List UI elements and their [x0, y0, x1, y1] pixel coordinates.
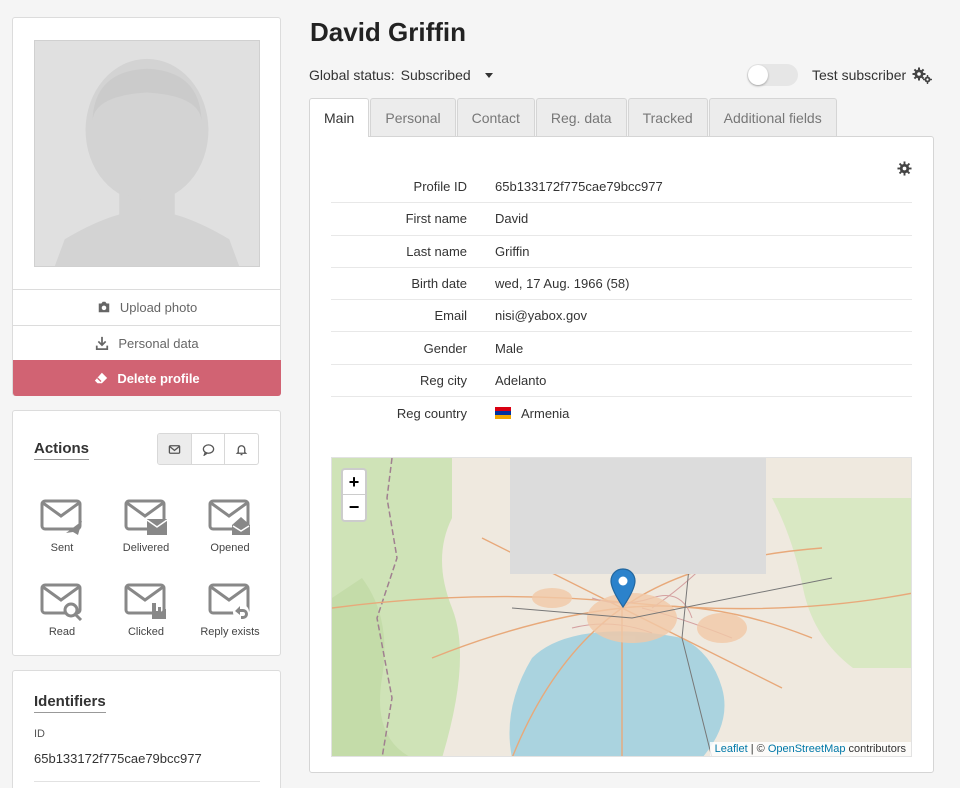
profile-tabs: Main Personal Contact Reg. data Tracked …: [309, 98, 838, 137]
field-row: Email nisi@yabox.gov: [331, 300, 912, 333]
action-reply-exists[interactable]: Reply exists: [190, 583, 270, 638]
armenia-flag-icon: [495, 407, 511, 420]
field-row: Birth date wed, 17 Aug. 1966 (58): [331, 268, 912, 301]
download-icon: [96, 336, 109, 350]
global-status-label: Global status:: [309, 67, 395, 83]
main-panel: Profile ID 65b133172f775cae79bcc977 Firs…: [309, 136, 934, 773]
envelope-read-icon: [40, 583, 83, 621]
delete-profile-label: Delete profile: [117, 370, 200, 386]
action-sent-label: Sent: [50, 542, 74, 554]
field-value: Griffin: [495, 243, 530, 259]
chat-bubble-icon: [202, 443, 214, 456]
map-marker-icon[interactable]: [610, 568, 636, 608]
field-row: First name David: [331, 203, 912, 236]
field-label: Last name: [406, 243, 467, 259]
leaflet-link[interactable]: Leaflet: [715, 743, 748, 755]
field-row: Reg city Adelanto: [331, 365, 912, 398]
openstreetmap-link[interactable]: OpenStreetMap: [768, 743, 846, 755]
envelope-clicked-icon: [124, 583, 166, 619]
envelope-opened-icon: [208, 499, 250, 535]
personal-data-label: Personal data: [118, 335, 199, 351]
field-value: Male: [495, 340, 524, 356]
identifier-id-label: ID: [34, 728, 45, 740]
field-row: Gender Male: [331, 332, 912, 365]
field-value-country: Armenia: [495, 406, 569, 421]
action-reply-exists-label: Reply exists: [200, 626, 260, 638]
tab-contact[interactable]: Contact: [456, 98, 535, 136]
avatar-placeholder-icon: [35, 41, 259, 266]
tab-main[interactable]: Main: [309, 98, 370, 137]
filter-push-button[interactable]: [225, 434, 258, 464]
field-label: Birth date: [411, 276, 467, 292]
field-row: Last name Griffin: [331, 236, 912, 268]
action-clicked[interactable]: Clicked: [106, 583, 186, 638]
envelope-sent-icon: [40, 499, 82, 535]
location-map[interactable]: + − Leaflet | © OpenStreetMap contributo…: [331, 457, 912, 757]
field-label: First name: [405, 211, 467, 227]
global-status-value: Subscribed: [400, 67, 471, 83]
field-value: 65b133172f775cae79bcc977: [495, 179, 663, 195]
actions-card: Actions Sent Delivered Opened Read Click…: [12, 410, 281, 656]
actions-title: Actions: [34, 440, 90, 460]
tab-reg-data[interactable]: Reg. data: [535, 98, 627, 136]
field-label: Reg country: [396, 405, 467, 421]
global-status-dropdown[interactable]: Global status: Subscribed: [309, 67, 493, 83]
avatar: [34, 40, 260, 267]
field-value: Adelanto: [495, 372, 547, 388]
field-row: Reg country Armenia: [331, 397, 912, 429]
field-label: Profile ID: [413, 179, 467, 195]
eraser-icon: [95, 372, 108, 384]
cogs-icon[interactable]: [912, 66, 932, 84]
map-attribution: Leaflet | © OpenStreetMap contributors: [709, 742, 911, 756]
profile-fields: Profile ID 65b133172f775cae79bcc977 Firs…: [331, 171, 912, 429]
action-opened[interactable]: Opened: [190, 499, 270, 554]
zoom-in-button[interactable]: +: [343, 470, 365, 495]
attribution-suffix: contributors: [845, 743, 906, 755]
filter-chat-button[interactable]: [192, 434, 226, 464]
map-zoom-control: + −: [341, 468, 367, 522]
action-clicked-label: Clicked: [127, 626, 165, 638]
upload-photo-button[interactable]: Upload photo: [13, 289, 281, 324]
delete-profile-button[interactable]: Delete profile: [13, 360, 281, 396]
tab-tracked[interactable]: Tracked: [627, 98, 708, 136]
action-opened-label: Opened: [210, 542, 250, 554]
envelope-reply-icon: [208, 583, 250, 620]
upload-photo-label: Upload photo: [119, 299, 198, 315]
field-value: wed, 17 Aug. 1966 (58): [495, 276, 630, 292]
bell-icon: [235, 444, 248, 455]
field-label: Email: [434, 308, 467, 324]
country-name: Armenia: [521, 405, 570, 421]
camera-icon: [98, 301, 110, 313]
personal-data-button[interactable]: Personal data: [13, 325, 281, 360]
identifier-id-value: 65b133172f775cae79bcc977: [34, 751, 202, 766]
map-missing-tile: [510, 458, 766, 574]
caret-down-icon: [484, 72, 493, 78]
action-delivered-label: Delivered: [122, 542, 170, 554]
tab-personal[interactable]: Personal: [370, 98, 456, 136]
attribution-separator: | ©: [747, 743, 768, 755]
action-read-label: Read: [48, 626, 76, 638]
action-delivered[interactable]: Delivered: [106, 499, 186, 554]
identifiers-card: Identifiers ID 65b133172f775cae79bcc977: [12, 670, 281, 788]
envelope-delivered-icon: [124, 499, 168, 535]
action-read[interactable]: Read: [22, 583, 102, 638]
field-value: nisi@yabox.gov: [495, 308, 587, 324]
field-label: Reg city: [420, 372, 467, 388]
filter-email-button[interactable]: [158, 434, 192, 464]
test-subscriber-label: Test subscriber: [812, 67, 907, 83]
zoom-out-button[interactable]: −: [343, 495, 365, 520]
field-value: David: [495, 211, 529, 227]
field-label: Gender: [423, 340, 467, 356]
identifiers-title: Identifiers: [34, 693, 106, 713]
profile-card: Upload photo Personal data Delete profil…: [12, 17, 281, 396]
field-row: Profile ID 65b133172f775cae79bcc977: [331, 171, 912, 204]
channel-filter: [157, 433, 259, 465]
tab-additional-fields[interactable]: Additional fields: [708, 98, 837, 136]
page-title: David Griffin: [310, 17, 467, 47]
identifier-divider: [34, 781, 260, 782]
envelope-icon: [168, 444, 181, 454]
test-subscriber-toggle[interactable]: [747, 64, 798, 86]
action-sent[interactable]: Sent: [22, 499, 102, 554]
